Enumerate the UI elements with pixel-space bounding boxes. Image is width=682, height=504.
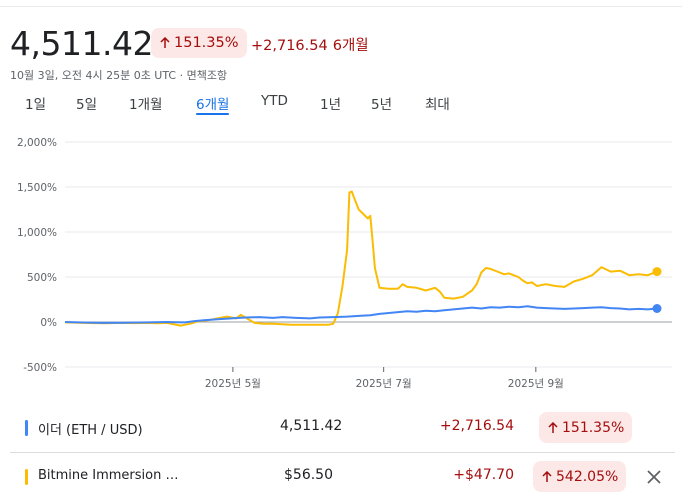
y-tick-label: 1,500%: [17, 182, 57, 194]
percent-change-value: 151.35%: [174, 35, 239, 51]
series-price: $56.50: [284, 467, 333, 483]
absolute-change: +2,716.54 6개월: [251, 34, 369, 55]
series-percent-badge: 151.35%: [539, 412, 633, 443]
comparison-chart[interactable]: 2,000% 1,500% 1,000% 500% 0% -500% 2025년 5월 202…: [0, 130, 682, 400]
series-color-swatch: [25, 420, 28, 436]
y-tick-label: 0%: [40, 317, 57, 329]
series-line: [64, 190, 658, 327]
absolute-change-value: +2,716.54: [251, 38, 328, 54]
tab-1y[interactable]: 1년: [320, 93, 341, 113]
y-tick-label: 500%: [27, 272, 57, 284]
arrow-up-icon: [542, 470, 552, 482]
series-change: +$47.70: [453, 467, 514, 483]
series-price: 4,511.42: [280, 418, 343, 434]
series-name: 이더 (ETH / USD): [38, 423, 143, 438]
series-endpoint-dot: [652, 304, 662, 313]
series-line: [64, 305, 658, 324]
tab-1d[interactable]: 1일: [25, 93, 46, 113]
tab-max[interactable]: 최대: [425, 93, 450, 113]
series-color-swatch: [25, 469, 28, 485]
arrow-up-icon: [548, 421, 558, 433]
tab-5d[interactable]: 5일: [76, 93, 97, 113]
tab-5y[interactable]: 5년: [371, 93, 392, 113]
row-divider: [10, 452, 675, 453]
series-percent-badge: 542.05%: [533, 461, 627, 492]
close-icon: [647, 470, 661, 484]
current-price: 4,511.42: [10, 24, 153, 63]
series-endpoint-dot: [652, 267, 662, 277]
comparison-row-bitmine[interactable]: Bitmine Immersion … $56.50 +$47.70 542.0…: [0, 455, 682, 501]
series-percent-value: 151.35%: [562, 419, 625, 436]
x-tick-label: 2025년 5월: [205, 378, 261, 390]
y-tick-label: 2,000%: [17, 137, 57, 149]
top-divider: [0, 6, 682, 7]
y-tick-label: -500%: [23, 362, 57, 374]
remove-comparison-button[interactable]: [641, 464, 667, 490]
tab-1m[interactable]: 1개월: [129, 93, 162, 113]
series-percent-value: 542.05%: [556, 468, 619, 485]
tab-6m[interactable]: 6개월: [196, 93, 230, 115]
series-name: Bitmine Immersion …: [38, 468, 179, 483]
tab-ytd[interactable]: YTD: [261, 93, 288, 109]
percent-change-badge: 151.35%: [151, 28, 247, 58]
x-tick-label: 2025년 7월: [356, 378, 412, 390]
comparison-row-eth[interactable]: 이더 (ETH / USD) 4,511.42 +2,716.54 151.35…: [0, 406, 682, 452]
y-tick-label: 1,000%: [17, 227, 57, 239]
change-period: 6개월: [332, 38, 369, 54]
timestamp-disclaimer: 10월 3일, 오전 4시 25분 0초 UTC · 면책조항: [10, 69, 228, 82]
series-change: +2,716.54: [439, 418, 514, 434]
x-tick-label: 2025년 9월: [508, 378, 564, 390]
arrow-up-icon: [160, 37, 170, 48]
